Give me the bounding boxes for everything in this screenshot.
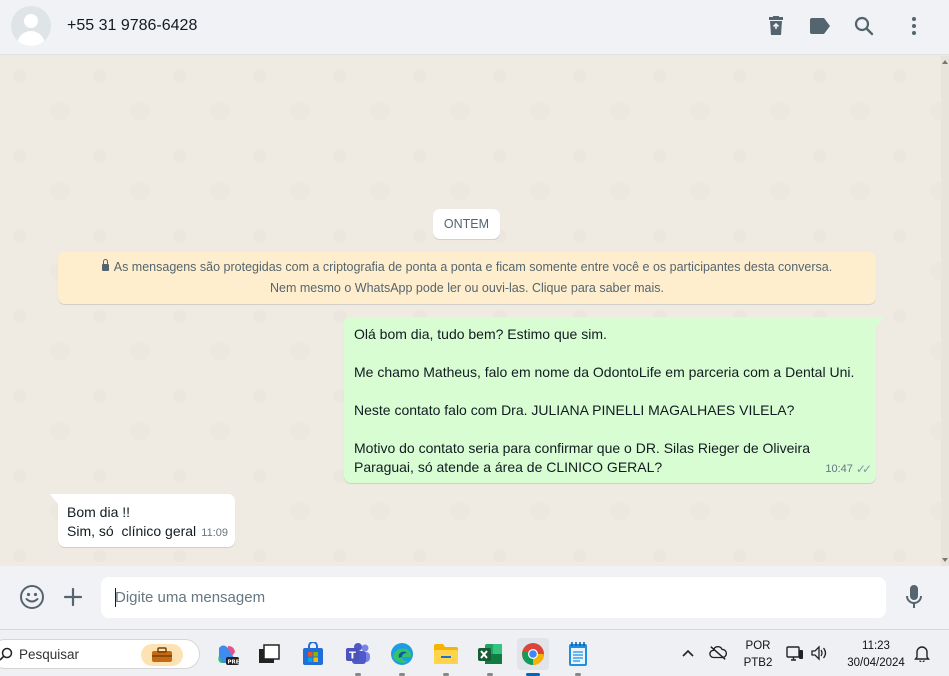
clock-time: 11:23	[862, 640, 890, 652]
message-meta: 10:47 ✓✓	[825, 460, 872, 479]
delete-icon[interactable]	[764, 14, 788, 38]
task-view-icon[interactable]	[253, 638, 285, 670]
scroll-up-arrow-icon[interactable]	[942, 60, 948, 64]
text-caret	[115, 588, 116, 607]
message-line: Paraguai, só atende a área de CLINICO GE…	[354, 459, 663, 475]
copilot-app-icon[interactable]: PRE	[211, 638, 243, 670]
message-line: Neste contato falo com Dra. JULIANA PINE…	[354, 402, 795, 418]
language-code: POR	[745, 640, 771, 652]
microphone-icon[interactable]	[901, 584, 927, 610]
file-explorer-icon[interactable]	[430, 638, 462, 676]
message-line: Bom dia !!	[67, 504, 131, 520]
volume-icon[interactable]	[810, 644, 828, 662]
attach-plus-icon[interactable]	[60, 584, 86, 610]
message-line: Motivo do contato seria para confirmar q…	[354, 440, 810, 456]
store-app-icon[interactable]	[297, 638, 329, 670]
keyboard-layout: PTB2	[743, 657, 773, 669]
excel-app-icon[interactable]	[474, 638, 506, 676]
chat-header: +55 31 9786-6428	[0, 0, 949, 55]
outgoing-message[interactable]: Olá bom dia, tudo bem? Estimo que sim. M…	[344, 317, 884, 483]
contact-name[interactable]: +55 31 9786-6428	[67, 17, 197, 35]
teams-app-icon[interactable]: T	[342, 638, 374, 676]
search-icon[interactable]	[852, 14, 876, 38]
search-icon	[0, 647, 13, 661]
message-time: 10:47	[825, 463, 853, 475]
message-line: Me chamo Matheus, falo em nome da Odonto…	[354, 364, 855, 380]
taskbar-search[interactable]: Pesquisar	[0, 639, 200, 669]
edge-app-icon[interactable]	[386, 638, 418, 676]
system-clock[interactable]: 11:23 30/04/2024	[838, 638, 914, 672]
message-line: Olá bom dia, tudo bem? Estimo que sim.	[354, 326, 607, 342]
notepad-app-icon[interactable]	[562, 638, 594, 676]
encryption-notice-text: As mensagens são protegidas com a cripto…	[113, 260, 833, 295]
network-icon[interactable]	[786, 644, 804, 662]
svg-text:T: T	[349, 651, 356, 662]
svg-text:PRE: PRE	[228, 660, 240, 666]
message-composer	[0, 566, 949, 629]
windows-taskbar: Pesquisar PRE T POR PTB2 11:23 30/04/202…	[0, 629, 949, 676]
menu-icon[interactable]	[902, 14, 926, 38]
date-separator: ONTEM	[433, 209, 500, 239]
message-input[interactable]	[101, 577, 886, 618]
taskbar-search-label: Pesquisar	[19, 647, 80, 662]
clock-date: 30/04/2024	[847, 657, 905, 669]
briefcase-icon	[141, 644, 183, 666]
scroll-down-arrow-icon[interactable]	[942, 558, 948, 562]
chat-scrollbar[interactable]	[941, 56, 949, 566]
message-time: 11:09	[201, 527, 228, 539]
label-icon[interactable]	[808, 14, 832, 38]
chevron-up-icon[interactable]	[679, 644, 697, 662]
emoji-icon[interactable]	[19, 584, 45, 610]
incoming-message[interactable]: Bom dia !! Sim, só clínico geral 11:09	[50, 494, 235, 547]
input-language[interactable]: POR PTB2	[741, 638, 775, 672]
notification-bell-icon[interactable]	[913, 644, 931, 662]
contact-avatar[interactable]	[11, 6, 51, 46]
lock-icon	[101, 259, 109, 271]
cloud-offline-icon[interactable]	[709, 644, 727, 662]
chat-wallpaper	[0, 56, 949, 566]
chrome-app-icon[interactable]	[517, 638, 549, 676]
encryption-notice[interactable]: As mensagens são protegidas com a cripto…	[58, 252, 876, 304]
double-check-icon: ✓✓	[855, 462, 872, 476]
conversation-panel[interactable]	[0, 56, 949, 566]
